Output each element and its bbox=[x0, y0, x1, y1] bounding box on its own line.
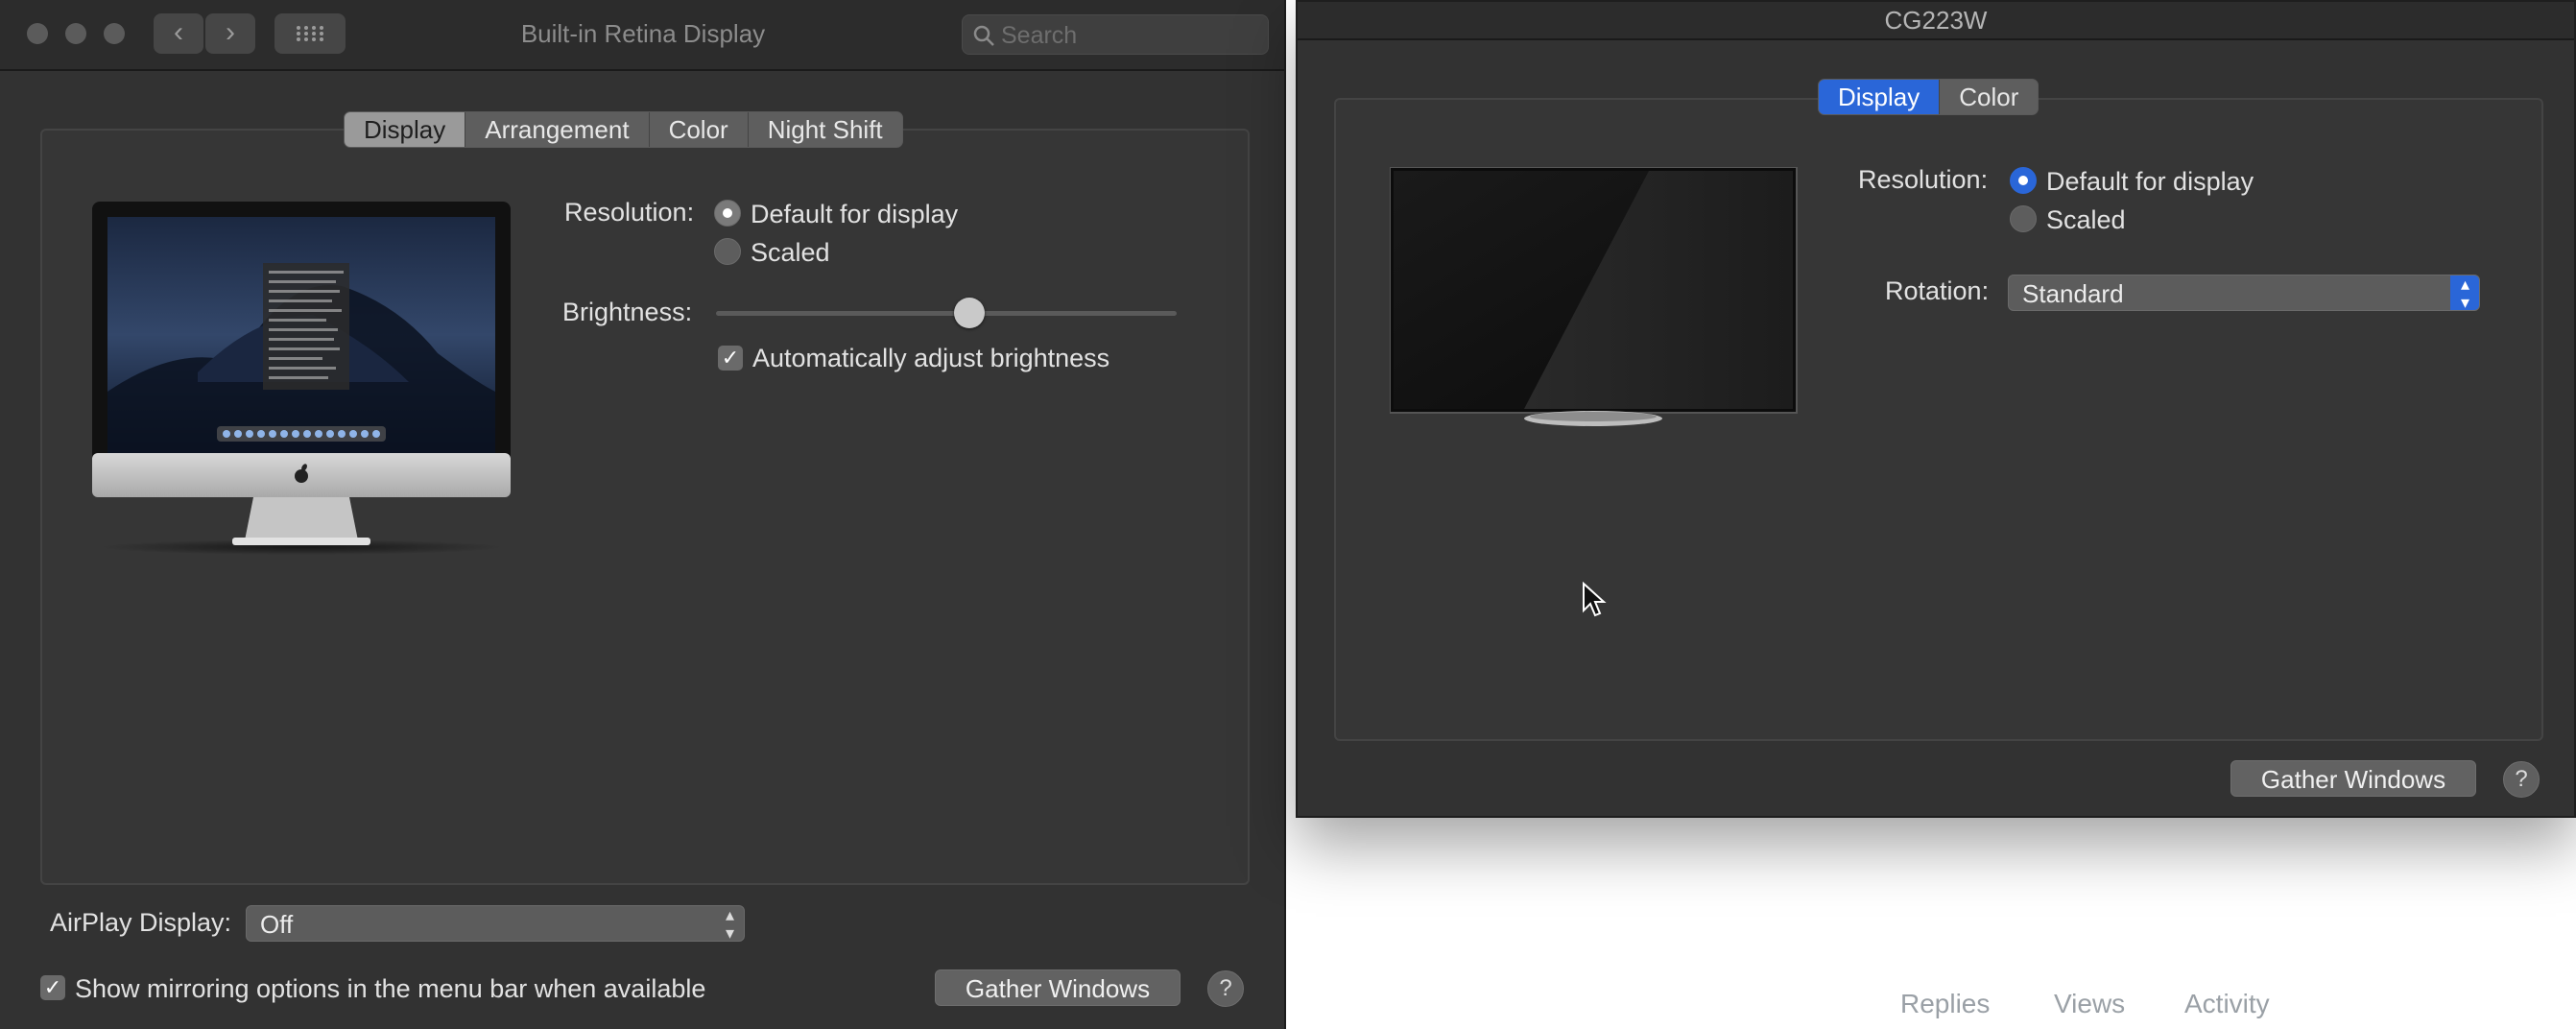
tab-bar: Display Color bbox=[1818, 79, 2039, 115]
tab-color[interactable]: Color bbox=[649, 112, 749, 147]
airplay-display-popup[interactable]: Off ▴ ▾ bbox=[246, 905, 745, 943]
forward-button[interactable]: › bbox=[205, 13, 255, 54]
resolution-scaled-radio[interactable] bbox=[2010, 205, 2037, 232]
chevron-right-icon: › bbox=[226, 16, 235, 48]
auto-brightness-label: Automatically adjust brightness bbox=[752, 344, 1110, 372]
airplay-display-value: Off bbox=[260, 910, 294, 939]
auto-brightness-checkbox[interactable]: ✓ bbox=[718, 346, 743, 371]
show-all-button[interactable] bbox=[274, 13, 346, 54]
brightness-label: Brightness: bbox=[562, 298, 693, 326]
gather-windows-button[interactable]: Gather Windows bbox=[935, 969, 1181, 1006]
brightness-slider-knob[interactable] bbox=[954, 298, 985, 328]
search-field[interactable] bbox=[962, 14, 1269, 56]
updown-chevron-icon: ▴ ▾ bbox=[2460, 275, 2469, 312]
tab-color[interactable]: Color bbox=[1940, 80, 2039, 114]
tab-display[interactable]: Display bbox=[345, 112, 466, 147]
search-icon bbox=[973, 25, 994, 46]
rotation-label: Rotation: bbox=[1885, 276, 1990, 305]
resolution-default-label: Default for display bbox=[2046, 167, 2254, 196]
tab-display[interactable]: Display bbox=[1819, 80, 1941, 114]
resolution-scaled-label: Scaled bbox=[2046, 205, 2126, 234]
tab-bar: Display Arrangement Color Night Shift bbox=[344, 111, 903, 148]
close-window-button[interactable] bbox=[27, 23, 48, 44]
resolution-default-radio[interactable] bbox=[2010, 167, 2037, 194]
resolution-scaled-radio[interactable] bbox=[714, 238, 741, 265]
cg223w-display-window: CG223W Display Color Resolution: Default… bbox=[1296, 0, 2576, 818]
mouse-pointer-icon bbox=[1583, 582, 1607, 617]
grid-icon bbox=[297, 26, 323, 41]
airplay-display-label: AirPlay Display: bbox=[50, 908, 232, 937]
checkmark-icon: ✓ bbox=[721, 346, 740, 370]
help-button[interactable]: ? bbox=[1207, 970, 1244, 1007]
updown-chevron-icon: ▴ ▾ bbox=[725, 905, 734, 943]
gather-windows-button[interactable]: Gather Windows bbox=[2230, 760, 2476, 797]
built-in-display-window: ‹ › Built-in Retina Display Search Displ… bbox=[0, 0, 1286, 1029]
title-bar: ‹ › Built-in Retina Display bbox=[0, 0, 1284, 71]
resolution-default-radio[interactable] bbox=[714, 200, 741, 227]
external-monitor-image bbox=[1390, 167, 1798, 426]
title-bar: CG223W bbox=[1298, 2, 2574, 40]
window-title: Built-in Retina Display bbox=[520, 19, 766, 48]
footer-views[interactable]: Views bbox=[2054, 989, 2125, 1019]
help-button[interactable]: ? bbox=[2503, 761, 2540, 798]
rotation-value: Standard bbox=[2022, 279, 2124, 308]
chevron-left-icon: ‹ bbox=[174, 16, 183, 48]
rotation-popup[interactable]: Standard ▴ ▾ bbox=[2008, 275, 2480, 312]
brightness-slider-track[interactable] bbox=[716, 311, 1177, 316]
imac-display-image bbox=[92, 202, 511, 555]
resolution-scaled-label: Scaled bbox=[751, 238, 830, 267]
minimize-window-button[interactable] bbox=[65, 23, 86, 44]
resolution-default-label: Default for display bbox=[751, 200, 959, 228]
tab-arrangement[interactable]: Arrangement bbox=[465, 112, 650, 147]
footer-activity[interactable]: Activity bbox=[2184, 989, 2270, 1019]
resolution-label: Resolution: bbox=[1858, 165, 1989, 194]
checkmark-icon: ✓ bbox=[43, 975, 62, 999]
tab-night-shift[interactable]: Night Shift bbox=[748, 112, 902, 147]
window-title: CG223W bbox=[1884, 6, 1988, 35]
zoom-window-button[interactable] bbox=[104, 23, 125, 44]
resolution-label: Resolution: bbox=[564, 198, 695, 227]
mirroring-options-label: Show mirroring options in the menu bar w… bbox=[75, 974, 706, 1003]
footer-replies[interactable]: Replies bbox=[1900, 989, 1990, 1019]
back-button[interactable]: ‹ bbox=[154, 13, 203, 54]
mirroring-options-checkbox[interactable]: ✓ bbox=[40, 975, 65, 1000]
search-input[interactable] bbox=[999, 15, 1262, 56]
